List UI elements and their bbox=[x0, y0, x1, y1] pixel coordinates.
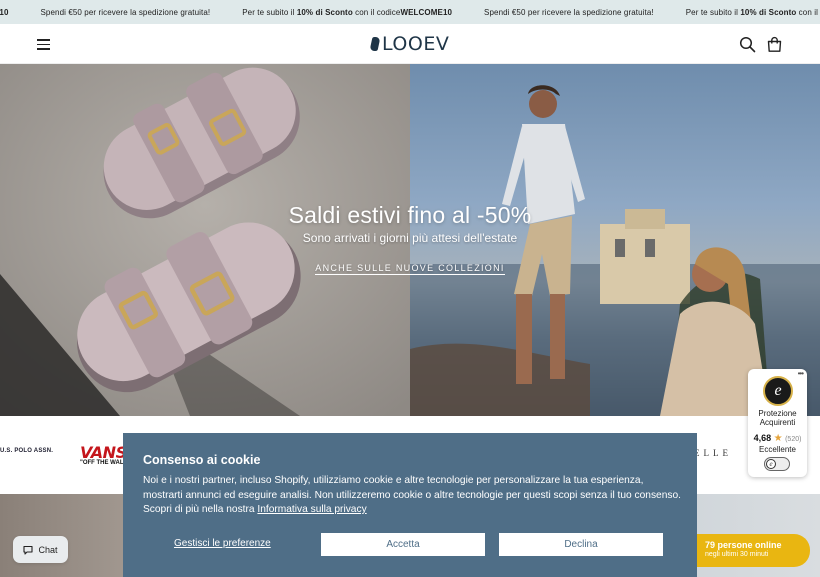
chat-bubble-icon bbox=[23, 545, 38, 555]
cookie-body-text: Noi e i nostri partner, incluso Shopify,… bbox=[143, 475, 681, 515]
announcement-item: Spendi €50 per ricevere la spedizione gr… bbox=[484, 7, 654, 17]
trust-rating-value: 4,68 bbox=[753, 433, 772, 443]
trust-quality: Eccellente bbox=[759, 445, 796, 454]
brand-logo-uspa[interactable]: U.S. POLO ASSN. bbox=[0, 448, 53, 454]
logo-text: LOOEV bbox=[382, 33, 450, 55]
hamburger-menu-icon[interactable] bbox=[36, 36, 52, 52]
cookie-consent-banner: Consenso ai cookie Noi e i nostri partne… bbox=[123, 433, 697, 577]
social-proof-period: negli ultimi 30 minuti bbox=[705, 551, 769, 558]
announcement-item: Spendi €50 per ricevere la spedizione gr… bbox=[40, 7, 211, 17]
decline-button[interactable]: Declina bbox=[499, 533, 663, 556]
brand-uspa-text: U.S. POLO ASSN. bbox=[0, 448, 54, 454]
hero-banner[interactable]: Saldi estivi fino al -50% Sono arrivati … bbox=[0, 64, 820, 416]
hero-title: Saldi estivi fino al -50% bbox=[288, 202, 532, 228]
star-icon: ★ bbox=[773, 433, 783, 444]
announcement-bar: COME10 Spendi €50 per ricevere la spediz… bbox=[0, 0, 820, 24]
search-icon[interactable] bbox=[739, 36, 756, 53]
trust-review-count: (520) bbox=[785, 436, 802, 443]
trusted-shops-e-icon: e bbox=[766, 459, 776, 469]
logo-mark-icon bbox=[369, 37, 381, 51]
shopping-bag-icon[interactable] bbox=[766, 36, 783, 53]
chat-label: Chat bbox=[38, 544, 58, 555]
hero-subtitle: Sono arrivati i giorni più attesi dell'e… bbox=[302, 231, 518, 245]
announcement-item: COME10 bbox=[0, 7, 9, 17]
brand-vans-tagline: "OFF THE WAL bbox=[80, 460, 124, 466]
trust-rating: 4,68 ★ (520) bbox=[748, 433, 807, 444]
site-header: LOOEV bbox=[0, 24, 820, 64]
social-proof-badge[interactable]: 79 persone online negli ultimi 30 minuti bbox=[697, 534, 810, 567]
social-proof-count: 79 persone online bbox=[705, 540, 782, 550]
announcement-track: COME10 Spendi €50 per ricevere la spediz… bbox=[0, 0, 820, 24]
announcement-item: WELCOME10 bbox=[400, 7, 453, 17]
announcement-item: Per te subito il 10% di Sconto con il co… bbox=[242, 7, 401, 17]
trusted-shops-badge[interactable]: ••• e Protezione Acquirenti 4,68 ★ (520)… bbox=[748, 369, 807, 477]
hero-cta-link[interactable]: ANCHE SULLE NUOVE COLLEZIONI bbox=[315, 263, 505, 275]
cookie-body: Noi e i nostri partner, incluso Shopify,… bbox=[143, 474, 683, 518]
accept-button[interactable]: Accetta bbox=[321, 533, 485, 556]
site-logo[interactable]: LOOEV bbox=[369, 33, 450, 55]
privacy-policy-link[interactable]: Informativa sulla privacy bbox=[257, 504, 366, 515]
trusted-shops-seal-icon: e bbox=[763, 376, 793, 406]
trust-toggle[interactable]: e bbox=[764, 457, 790, 471]
brand-logo-elle[interactable]: ELLE bbox=[694, 448, 732, 458]
hero-text: Saldi estivi fino al -50% Sono arrivati … bbox=[0, 202, 820, 276]
trust-label: Protezione Acquirenti bbox=[758, 409, 797, 427]
manage-preferences-link[interactable]: Gestisci le preferenze bbox=[174, 538, 271, 549]
more-dots-icon[interactable]: ••• bbox=[798, 369, 804, 378]
cookie-title: Consenso ai cookie bbox=[143, 453, 261, 467]
announcement-item: Per te subito il 10% di Sconto con il co… bbox=[685, 7, 820, 17]
chat-button[interactable]: Chat bbox=[13, 536, 68, 563]
